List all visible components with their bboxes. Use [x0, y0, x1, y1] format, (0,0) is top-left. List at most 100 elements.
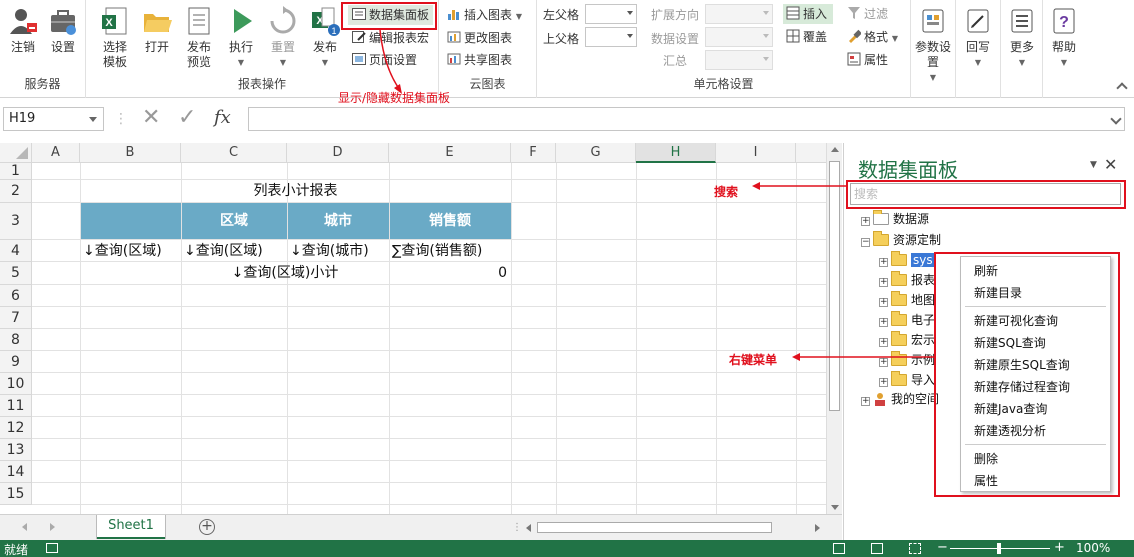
spreadsheet-grid[interactable]: A B C D E F G H I 1 2 3 4 5 6 7 8 9 10 11 12 13 14 15 列表小计报表 区域 城市… — [0, 143, 826, 514]
logout-button[interactable]: 注销 — [4, 4, 42, 55]
row-header-15[interactable]: 15 — [0, 483, 32, 505]
tree-node-child[interactable]: + 地图 — [879, 291, 935, 309]
expand-icon[interactable]: + — [879, 318, 888, 327]
enter-icon[interactable]: ✓ — [178, 106, 196, 130]
row4-cell-4[interactable]: ∑查询(销售额) — [392, 240, 482, 262]
horizontal-scroll-thumb[interactable] — [537, 522, 772, 533]
row-header-10[interactable]: 10 — [0, 373, 32, 395]
column-header-i[interactable]: I — [716, 143, 796, 163]
zoom-out-button[interactable]: − — [937, 540, 948, 555]
expand-icon[interactable]: + — [879, 278, 888, 287]
column-header-a[interactable]: A — [32, 143, 80, 163]
scroll-right-icon[interactable] — [815, 524, 820, 532]
left-parent-select[interactable] — [585, 4, 637, 24]
column-header-e[interactable]: E — [389, 143, 511, 163]
settings-button[interactable]: 设置 — [44, 4, 82, 55]
vertical-scroll-thumb[interactable] — [829, 161, 840, 411]
column-header-b[interactable]: B — [80, 143, 181, 163]
row-header-7[interactable]: 7 — [0, 307, 32, 329]
tree-node-resource-custom[interactable]: − 资源定制 — [861, 231, 941, 249]
column-header-overflow[interactable] — [796, 143, 826, 163]
name-box[interactable]: H19 — [3, 107, 104, 131]
select-template-button[interactable]: X 选择 模板 — [96, 4, 134, 70]
insert-button[interactable]: 插入 — [783, 4, 834, 24]
select-all-corner[interactable] — [0, 143, 32, 163]
tree-node-child[interactable]: + sys — [879, 251, 935, 269]
param-settings-button[interactable]: 参数设 置 ▼ — [914, 4, 952, 85]
change-chart-button[interactable]: 更改图表 — [447, 28, 512, 48]
report-title-cell[interactable]: 列表小计报表 — [80, 180, 511, 203]
zoom-in-button[interactable]: + — [1054, 540, 1065, 555]
row4-cell-1[interactable]: ↓查询(区域) — [83, 240, 162, 262]
row-header-14[interactable]: 14 — [0, 461, 32, 483]
data-settings-select[interactable] — [705, 27, 773, 47]
tree-node-my-space[interactable]: + 我的空间 — [861, 390, 939, 408]
expand-icon[interactable]: + — [879, 338, 888, 347]
header-cell-2[interactable]: 城市 — [287, 203, 389, 240]
row-header-12[interactable]: 12 — [0, 417, 32, 439]
share-chart-button[interactable]: 共享图表 — [447, 50, 512, 70]
insert-function-icon[interactable]: fx — [214, 106, 231, 130]
publish-preview-button[interactable]: 发布 预览 — [180, 4, 218, 70]
row-header-11[interactable]: 11 — [0, 395, 32, 417]
more-button[interactable]: 更多 ▼ — [1003, 4, 1041, 70]
top-parent-select[interactable] — [585, 27, 637, 47]
row-header-8[interactable]: 8 — [0, 329, 32, 351]
tree-node-child[interactable]: + 报表 — [879, 271, 935, 289]
filter-button[interactable]: 过滤 — [847, 4, 888, 24]
tree-node-child[interactable]: + 导入 — [879, 371, 935, 389]
row-header-2[interactable]: 2 — [0, 180, 32, 203]
splitter-icon[interactable]: ⋮ — [512, 522, 522, 533]
open-button[interactable]: 打开 — [138, 4, 176, 55]
collapse-icon[interactable]: − — [861, 238, 870, 247]
zoom-slider-thumb[interactable] — [997, 543, 1001, 554]
formula-input[interactable] — [248, 107, 1125, 131]
close-panel-icon[interactable]: ✕ — [1104, 155, 1117, 174]
expand-icon[interactable]: + — [861, 217, 870, 226]
expand-direction-select[interactable] — [705, 4, 773, 24]
tree-node-child[interactable]: + 电子 — [879, 311, 935, 329]
scroll-left-icon[interactable] — [526, 524, 531, 532]
row-header-5[interactable]: 5 — [0, 262, 32, 285]
column-header-g[interactable]: G — [556, 143, 636, 163]
properties-button[interactable]: 属性 — [847, 50, 888, 70]
redo-button[interactable]: 重置 ▼ — [264, 4, 302, 70]
collapse-ribbon-icon[interactable] — [1116, 82, 1128, 94]
horizontal-scrollbar[interactable] — [523, 521, 823, 535]
column-header-d[interactable]: D — [287, 143, 389, 163]
scroll-up-icon[interactable] — [831, 147, 839, 152]
column-header-f[interactable]: F — [511, 143, 556, 163]
row-header-9[interactable]: 9 — [0, 351, 32, 373]
normal-view-icon[interactable] — [833, 543, 845, 554]
page-break-view-icon[interactable] — [909, 543, 921, 554]
row-header-13[interactable]: 13 — [0, 439, 32, 461]
row-header-6[interactable]: 6 — [0, 285, 32, 307]
row-header-4[interactable]: 4 — [0, 240, 32, 262]
row4-cell-2[interactable]: ↓查询(区域) — [184, 240, 263, 262]
overwrite-button[interactable]: 覆盖 — [786, 27, 827, 47]
subtotal-value-cell[interactable]: 0 — [389, 262, 507, 284]
help-button[interactable]: ? 帮助 ▼ — [1045, 4, 1083, 70]
macro-record-icon[interactable] — [46, 543, 58, 553]
column-header-c[interactable]: C — [181, 143, 287, 163]
writeback-button[interactable]: 回写 ▼ — [959, 4, 997, 70]
row-header-1[interactable]: 1 — [0, 163, 32, 180]
expand-formula-icon[interactable] — [1110, 113, 1122, 125]
vertical-scrollbar[interactable] — [826, 143, 842, 514]
page-layout-view-icon[interactable] — [871, 543, 883, 554]
insert-chart-button[interactable]: 插入图表 ▼ — [447, 5, 522, 25]
expand-icon[interactable]: + — [879, 378, 888, 387]
expand-icon[interactable]: + — [879, 258, 888, 267]
prev-sheet-icon[interactable] — [22, 523, 27, 531]
subtotal-label-cell[interactable]: ↓查询(区域)小计 — [181, 262, 389, 284]
tree-node-child[interactable]: + 宏示 — [879, 331, 935, 349]
panel-options-icon[interactable]: ▼ — [1090, 160, 1097, 170]
column-header-h[interactable]: H — [636, 143, 716, 163]
publish-button[interactable]: X1 发布 ▼ — [306, 4, 344, 70]
row-header-3[interactable]: 3 — [0, 203, 32, 240]
scroll-down-icon[interactable] — [831, 505, 839, 510]
header-cell-1[interactable]: 区域 — [181, 203, 287, 240]
cancel-icon[interactable]: ✕ — [142, 106, 160, 130]
zoom-level[interactable]: 100% — [1076, 541, 1110, 555]
expand-icon[interactable]: + — [879, 298, 888, 307]
